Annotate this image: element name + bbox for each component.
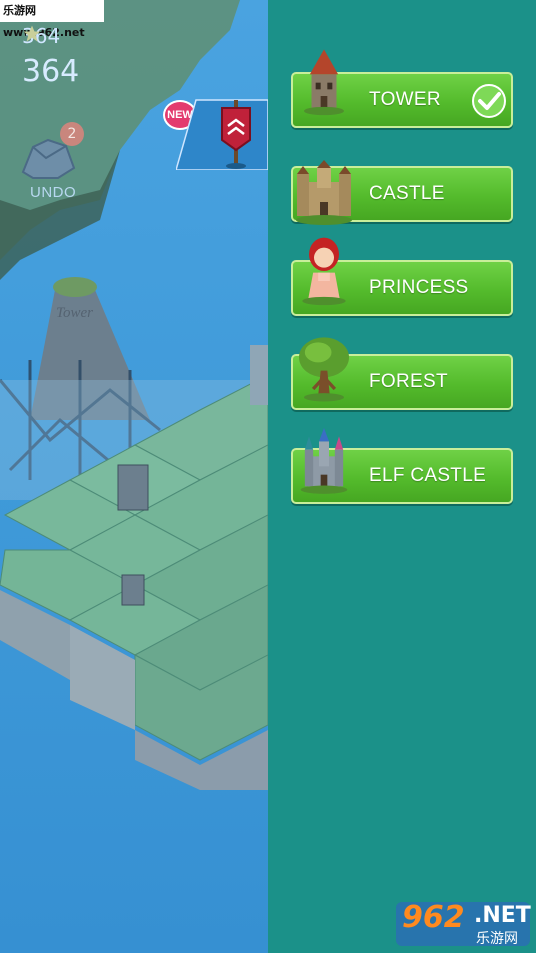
castle-icon [296, 160, 352, 225]
undo-label: UNDO [30, 184, 77, 201]
castle-button[interactable]: CASTLE [291, 160, 513, 225]
game-board[interactable]: 乐游网 www.962.net 364 364 2 UNDO NEW Tower [0, 0, 268, 953]
elf-castle-button[interactable]: ELF CASTLE [291, 428, 513, 504]
castle-button-label: CASTLE [369, 183, 445, 204]
stars-counter: 364 [22, 24, 60, 48]
undo-count-badge: 2 [60, 122, 84, 146]
tree-icon [299, 337, 349, 402]
elf-castle-button-label: ELF CASTLE [369, 465, 487, 486]
map-label-tower: Tower [56, 305, 93, 321]
princess-button-label: PRINCESS [369, 277, 469, 298]
logo-digits: 962 [402, 900, 465, 935]
logo-cn: 乐游网 [476, 931, 518, 947]
site-watermark: 乐游网 www.962.net [0, 0, 104, 39]
logo-suffix: .NET [474, 903, 531, 928]
forest-button-label: FOREST [369, 371, 448, 392]
banner-signpost-icon[interactable] [176, 96, 268, 170]
site-logo-watermark: 962 .NET 乐游网 [396, 900, 531, 948]
building-select-panel: TOWER CASTLE PRINCESS FOREST ELF CASTLE … [268, 0, 536, 953]
undo-button[interactable]: 2 UNDO [16, 122, 88, 206]
star-icon [23, 25, 41, 42]
princess-button[interactable]: PRINCESS [291, 237, 513, 316]
princess-icon [302, 237, 346, 306]
tower-button-label: TOWER [369, 89, 441, 110]
forest-button[interactable]: FOREST [291, 337, 513, 410]
elf-castle-icon [300, 428, 348, 494]
tower-icon [304, 49, 344, 116]
checkmark-icon [472, 84, 506, 118]
score-value: 364 [22, 54, 80, 89]
tower-button[interactable]: TOWER [291, 49, 513, 128]
